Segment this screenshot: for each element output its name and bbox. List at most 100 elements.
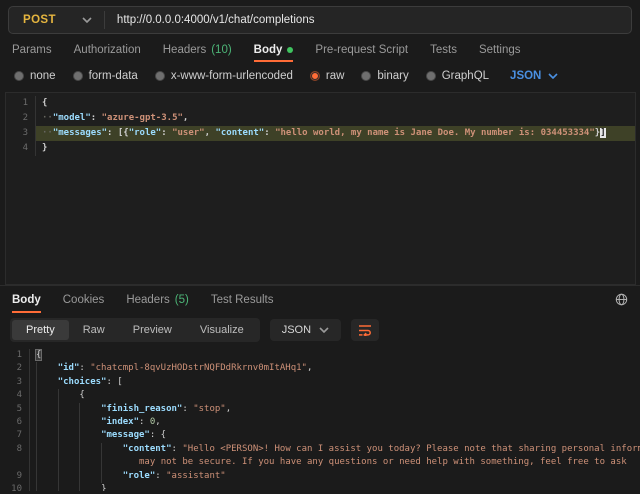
radio-label: binary [377,70,408,82]
code-line: 1{ [6,96,635,111]
tab-label: Body [254,44,283,56]
view-button-preview[interactable]: Preview [119,320,186,340]
code-line: 2··"model": "azure-gpt-3.5", [6,111,635,126]
response-section: Body Cookies Headers (5) Test Results Pretty… [0,285,640,491]
radio-icon [73,71,83,81]
tab-headers[interactable]: Headers(10) [163,38,232,62]
tab-authorization[interactable]: Authorization [74,38,141,62]
radio-label: none [30,70,56,82]
body-type-radio-binary[interactable]: binary [361,70,408,82]
tab-settings[interactable]: Settings [479,38,521,62]
radio-label: form-data [89,70,138,82]
radio-label: x-www-form-urlencoded [171,70,293,82]
tab-body[interactable]: Body [254,38,294,62]
code-text: "index": 0, [30,416,640,429]
tab-label: Pre-request Script [315,44,408,56]
tab-label: Headers [126,294,169,306]
view-mode-segment: PrettyRawPreviewVisualize [10,318,260,342]
body-type-radio-form-data[interactable]: form-data [73,70,138,82]
response-format-label: JSON [282,324,311,336]
body-type-radio-x-www-form-urlencoded[interactable]: x-www-form-urlencoded [155,70,293,82]
code-line: may not be secure. If you have any quest… [0,456,640,469]
body-type-radio-raw[interactable]: raw [310,70,345,82]
request-url-bar: POST http://0.0.0.0:4000/v1/chat/complet… [8,6,632,34]
tab-label: Params [12,44,52,56]
code-text: ··"model": "azure-gpt-3.5", [36,111,635,126]
radio-label: GraphQL [442,70,489,82]
unsaved-dot-icon [287,47,293,53]
line-number: 4 [6,141,36,156]
tab-label: Settings [479,44,521,56]
tab-label: Tests [430,44,457,56]
code-text: "id": "chatcmpl-8qvUzHODstrNQFDdRkrnv0mI… [30,362,640,375]
code-text: { [30,389,640,402]
code-text: } [30,483,640,491]
response-format-dropdown[interactable]: JSON [270,319,341,341]
view-button-raw[interactable]: Raw [69,320,119,340]
body-type-radio-none[interactable]: none [14,70,56,82]
line-number: 1 [0,349,30,362]
radio-icon [14,71,24,81]
tab-count-badge: (5) [175,294,189,306]
line-number [0,456,30,469]
code-line: 5"finish_reason": "stop", [0,403,640,416]
response-tabs-row: Body Cookies Headers (5) Test Results [0,286,640,313]
line-number: 10 [0,483,30,491]
method-label: POST [23,14,56,26]
code-line: 8"content": "Hello <PERSON>! How can I a… [0,443,640,456]
method-selector[interactable]: POST [9,7,104,33]
code-text: "finish_reason": "stop", [30,403,640,416]
view-button-visualize[interactable]: Visualize [186,320,258,340]
chevron-down-icon [548,73,558,79]
code-text: "content": "Hello <PERSON>! How can I as… [30,443,640,456]
code-line: 3··"messages": [{"role": "user", "conten… [6,126,635,141]
code-text: "role": "assistant" [30,470,640,483]
radio-icon [361,71,371,81]
chevron-down-icon [319,327,329,333]
radio-icon [426,71,436,81]
tab-label: Cookies [63,294,105,306]
tab-label: Headers [163,44,206,56]
code-text: ··"messages": [{"role": "user", "content… [36,126,635,141]
line-number: 2 [6,111,36,126]
code-line: 4{ [0,389,640,402]
body-format-label: JSON [510,70,541,82]
response-toolbar: PrettyRawPreviewVisualize JSON [0,313,640,347]
response-tabs: Body Cookies Headers (5) Test Results [12,286,273,313]
response-tab-body[interactable]: Body [12,286,41,313]
code-line: 6"index": 0, [0,416,640,429]
code-text: "choices": [ [30,376,640,389]
url-input[interactable]: http://0.0.0.0:4000/v1/chat/completions [105,7,631,33]
globe-icon[interactable] [615,293,628,306]
tab-label: Authorization [74,44,141,56]
body-type-radio-GraphQL[interactable]: GraphQL [426,70,489,82]
response-tab-cookies[interactable]: Cookies [63,286,105,313]
line-number: 8 [0,443,30,456]
code-text: "message": { [30,429,640,442]
tab-pre-request-script[interactable]: Pre-request Script [315,38,408,62]
body-format-dropdown[interactable]: JSON [510,70,558,82]
request-body-editor[interactable]: 1{2··"model": "azure-gpt-3.5",3··"messag… [5,92,636,285]
line-number: 9 [0,470,30,483]
code-line: 2"id": "chatcmpl-8qvUzHODstrNQFDdRkrnv0m… [0,362,640,375]
view-button-pretty[interactable]: Pretty [12,320,69,340]
radio-label: raw [326,70,345,82]
response-tab-test-results[interactable]: Test Results [211,286,274,313]
wrap-text-button[interactable] [351,319,379,341]
body-type-options: none form-data x-www-form-urlencoded raw bin… [0,62,640,90]
tab-tests[interactable]: Tests [430,38,457,62]
radio-icon [310,71,320,81]
line-number: 2 [0,362,30,375]
response-tab-headers[interactable]: Headers (5) [126,286,189,313]
line-number: 3 [6,126,36,141]
radio-icon [155,71,165,81]
code-text: may not be secure. If you have any quest… [30,456,640,469]
line-number: 3 [0,376,30,389]
code-line: 10} [0,483,640,491]
response-body-editor[interactable]: 1 {2"id": "chatcmpl-8qvUzHODstrNQFDdRkrnv… [0,347,640,491]
code-text: { [36,96,635,111]
code-line: 3"choices": [ [0,376,640,389]
wrap-text-icon [358,324,372,336]
code-text: } [36,141,635,156]
tab-params[interactable]: Params [12,38,52,62]
